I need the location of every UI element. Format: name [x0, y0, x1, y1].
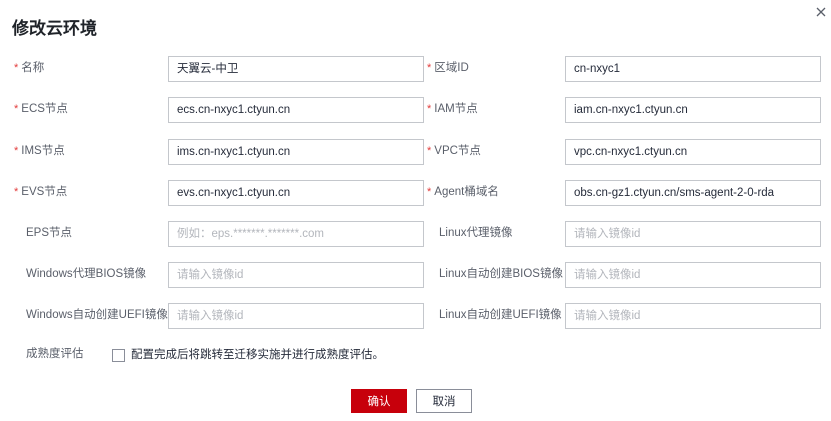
windows-auto-uefi-image-label: Windows自动创建UEFI镜像	[26, 309, 168, 321]
agent-bucket-label: * Agent桶域名	[427, 186, 499, 198]
ims-label: * IMS节点	[14, 145, 65, 157]
maturity-checkbox[interactable]	[112, 349, 125, 362]
iam-label: * IAM节点	[427, 103, 478, 115]
linux-proxy-image-label: Linux代理镜像	[439, 227, 513, 239]
linux-auto-bios-image-input[interactable]: 请输入镜像id	[565, 262, 821, 288]
dialog-title: 修改云环境	[12, 19, 97, 38]
ims-input[interactable]: ims.cn-nxyc1.ctyun.cn	[168, 139, 424, 165]
iam-input[interactable]: iam.cn-nxyc1.ctyun.cn	[565, 97, 821, 123]
region-id-input[interactable]: cn-nxyc1	[565, 56, 821, 82]
confirm-button[interactable]: 确认	[351, 389, 407, 413]
close-icon[interactable]	[815, 6, 827, 18]
linux-auto-uefi-image-label: Linux自动创建UEFI镜像	[439, 309, 562, 321]
ecs-input[interactable]: ecs.cn-nxyc1.ctyun.cn	[168, 97, 424, 123]
cancel-button[interactable]: 取消	[416, 389, 472, 413]
windows-proxy-bios-image-label: Windows代理BIOS镜像	[26, 268, 147, 280]
ecs-label: * ECS节点	[14, 103, 68, 115]
eps-label: EPS节点	[26, 227, 73, 239]
name-label: * 名称	[14, 62, 45, 74]
vpc-input[interactable]: vpc.cn-nxyc1.ctyun.cn	[565, 139, 821, 165]
windows-auto-uefi-image-input[interactable]: 请输入镜像id	[168, 303, 424, 329]
evs-label: * EVS节点	[14, 186, 68, 198]
maturity-checkbox-text[interactable]: 配置完成后将跳转至迁移实施并进行成熟度评估。	[131, 346, 384, 364]
maturity-label: 成熟度评估	[26, 348, 84, 360]
region-id-label: * 区域ID	[427, 62, 469, 74]
windows-proxy-bios-image-input[interactable]: 请输入镜像id	[168, 262, 424, 288]
linux-proxy-image-input[interactable]: 请输入镜像id	[565, 221, 821, 247]
linux-auto-bios-image-label: Linux自动创建BIOS镜像	[439, 268, 563, 280]
eps-input[interactable]: 例如：eps.*******.*******.com	[168, 221, 424, 247]
linux-auto-uefi-image-input[interactable]: 请输入镜像id	[565, 303, 821, 329]
vpc-label: * VPC节点	[427, 145, 481, 157]
agent-bucket-input[interactable]: obs.cn-gz1.ctyun.cn/sms-agent-2-0-rda	[565, 180, 821, 206]
name-input[interactable]: 天翼云-中卫	[168, 56, 424, 82]
evs-input[interactable]: evs.cn-nxyc1.ctyun.cn	[168, 180, 424, 206]
